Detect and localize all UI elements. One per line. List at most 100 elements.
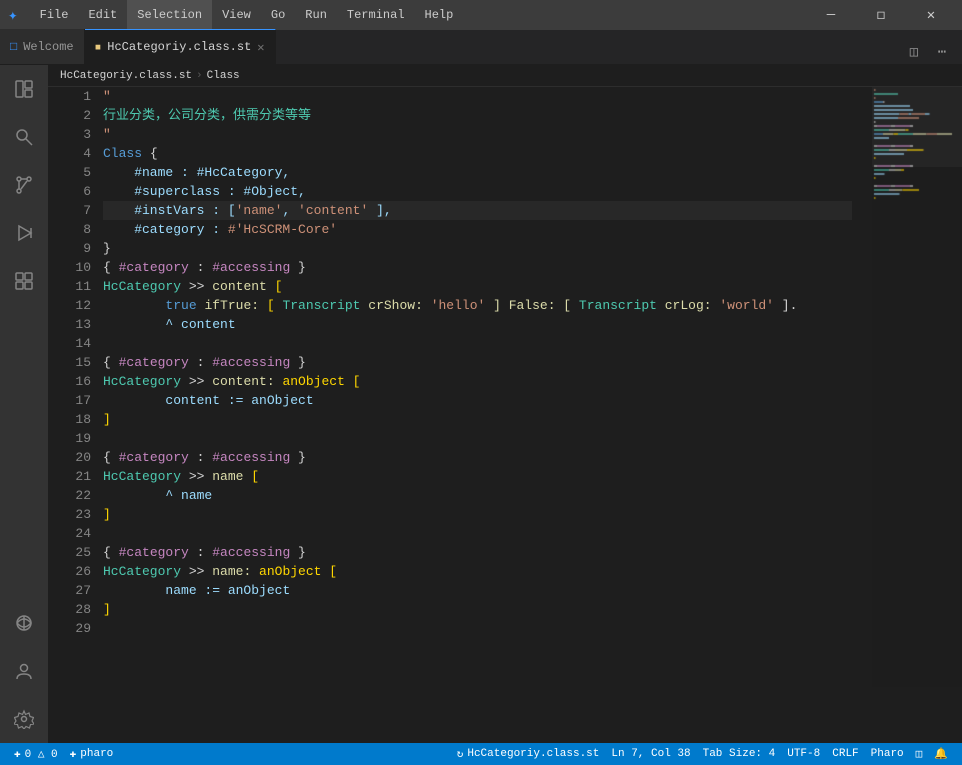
code-line-14 [103, 334, 852, 353]
status-bell[interactable]: 🔔 [928, 743, 954, 765]
code-line-13: ^ content [103, 315, 852, 334]
line-number-16: 16 [48, 372, 91, 391]
code-line-26: HcCategory >> name: anObject [ [103, 562, 852, 581]
line-number-3: 3 [48, 125, 91, 144]
code-line-16: HcCategory >> content: anObject [ [103, 372, 852, 391]
bell-icon: 🔔 [934, 747, 948, 761]
line-number-5: 5 [48, 163, 91, 182]
remote-errors: 0 △ 0 [25, 747, 58, 761]
line-number-19: 19 [48, 429, 91, 448]
status-remote[interactable]: ✚ 0 △ 0 [8, 743, 64, 765]
code-line-27: name := anObject [103, 581, 852, 600]
status-eol[interactable]: CRLF [826, 743, 864, 765]
layout-icon: ◫ [916, 747, 923, 761]
status-layout[interactable]: ◫ [910, 743, 929, 765]
line-number-4: 4 [48, 144, 91, 163]
menu-selection[interactable]: Selection [127, 0, 212, 30]
title-bar: ✦ File Edit Selection View Go Run Termin… [0, 0, 962, 30]
status-pharo[interactable]: ✚ pharo [64, 743, 120, 765]
line-number-22: 22 [48, 486, 91, 505]
tab-welcome[interactable]: □ Welcome [0, 29, 85, 64]
menu-terminal[interactable]: Terminal [337, 0, 415, 30]
status-position[interactable]: Ln 7, Col 38 [605, 743, 696, 765]
minimize-button[interactable]: — [808, 0, 854, 30]
line-number-20: 20 [48, 448, 91, 467]
close-button[interactable]: ✕ [908, 0, 954, 30]
tab-hccategory[interactable]: ◾ HcCategoriy.class.st ✕ [85, 29, 276, 64]
code-line-19 [103, 429, 852, 448]
line-number-21: 21 [48, 467, 91, 486]
line-number-26: 26 [48, 562, 91, 581]
code-line-25: { #category : #accessing } [103, 543, 852, 562]
editor-area: HcCategoriy.class.st › Class 12345678910… [48, 65, 962, 743]
tab-welcome-label: Welcome [23, 40, 73, 54]
tab-hccategory-icon: ◾ [95, 40, 102, 54]
line-number-9: 9 [48, 239, 91, 258]
code-line-4: Class { [103, 144, 852, 163]
code-line-10: { #category : #accessing } [103, 258, 852, 277]
code-line-5: #name : #HcCategory, [103, 163, 852, 182]
activity-remote[interactable] [0, 599, 48, 647]
pharo-label: pharo [80, 748, 113, 760]
code-line-2: 行业分类，公司分类，供需分类等等 [103, 106, 852, 125]
tab-hccategory-label: HcCategoriy.class.st [107, 40, 251, 54]
line-numbers: 1234567891011121314151617181920212223242… [48, 87, 103, 743]
line-number-10: 10 [48, 258, 91, 277]
main-layout: HcCategoriy.class.st › Class 12345678910… [0, 65, 962, 743]
status-sync[interactable]: ↻ HcCategoriy.class.st [451, 743, 606, 765]
menu-view[interactable]: View [212, 0, 261, 30]
code-lines[interactable]: "行业分类，公司分类，供需分类等等"Class { #name : #HcCat… [103, 87, 872, 743]
line-number-13: 13 [48, 315, 91, 334]
line-number-18: 18 [48, 410, 91, 429]
tab-close-icon[interactable]: ✕ [257, 40, 264, 55]
vscode-logo-icon: ✦ [8, 5, 18, 25]
line-number-25: 25 [48, 543, 91, 562]
code-line-11: HcCategory >> content [ [103, 277, 852, 296]
window-controls: — ◻ ✕ [808, 0, 954, 30]
menu-file[interactable]: File [30, 0, 79, 30]
line-number-1: 1 [48, 87, 91, 106]
activity-account[interactable] [0, 647, 48, 695]
code-line-18: ] [103, 410, 852, 429]
line-number-8: 8 [48, 220, 91, 239]
code-line-23: ] [103, 505, 852, 524]
code-line-21: HcCategory >> name [ [103, 467, 852, 486]
pharo-icon: ✚ [70, 747, 77, 761]
sync-label: HcCategoriy.class.st [467, 748, 599, 760]
tab-welcome-icon: □ [10, 40, 17, 54]
breadcrumb-file[interactable]: HcCategoriy.class.st [60, 70, 192, 82]
menu-edit[interactable]: Edit [78, 0, 127, 30]
activity-settings[interactable] [0, 695, 48, 743]
line-number-29: 29 [48, 619, 91, 638]
activity-source-control[interactable] [0, 161, 48, 209]
code-line-12: true ifTrue: [ Transcript crShow: 'hello… [103, 296, 852, 315]
code-line-22: ^ name [103, 486, 852, 505]
status-encoding[interactable]: UTF-8 [781, 743, 826, 765]
code-container[interactable]: 1234567891011121314151617181920212223242… [48, 87, 872, 743]
line-number-27: 27 [48, 581, 91, 600]
menu-help[interactable]: Help [415, 0, 464, 30]
split-editor-icon[interactable]: ◫ [902, 40, 926, 64]
line-number-6: 6 [48, 182, 91, 201]
eol-label: CRLF [832, 748, 858, 760]
breadcrumb-class[interactable]: Class [207, 70, 240, 82]
activity-run[interactable] [0, 209, 48, 257]
language-label: Pharo [871, 748, 904, 760]
code-line-6: #superclass : #Object, [103, 182, 852, 201]
activity-explorer[interactable] [0, 65, 48, 113]
activity-bar [0, 65, 48, 743]
status-tabsize[interactable]: Tab Size: 4 [697, 743, 782, 765]
line-number-11: 11 [48, 277, 91, 296]
code-line-29 [103, 619, 852, 638]
breadcrumb-separator: › [196, 70, 203, 82]
activity-extensions[interactable] [0, 257, 48, 305]
menu-run[interactable]: Run [295, 0, 337, 30]
code-line-8: #category : #'HcSCRM-Core' [103, 220, 852, 239]
menu-go[interactable]: Go [261, 0, 295, 30]
maximize-button[interactable]: ◻ [858, 0, 904, 30]
minimap[interactable] [872, 87, 962, 743]
tab-bar: □ Welcome ◾ HcCategoriy.class.st ✕ ◫ ⋯ [0, 30, 962, 65]
activity-search[interactable] [0, 113, 48, 161]
status-language[interactable]: Pharo [865, 743, 910, 765]
more-actions-icon[interactable]: ⋯ [930, 40, 954, 64]
